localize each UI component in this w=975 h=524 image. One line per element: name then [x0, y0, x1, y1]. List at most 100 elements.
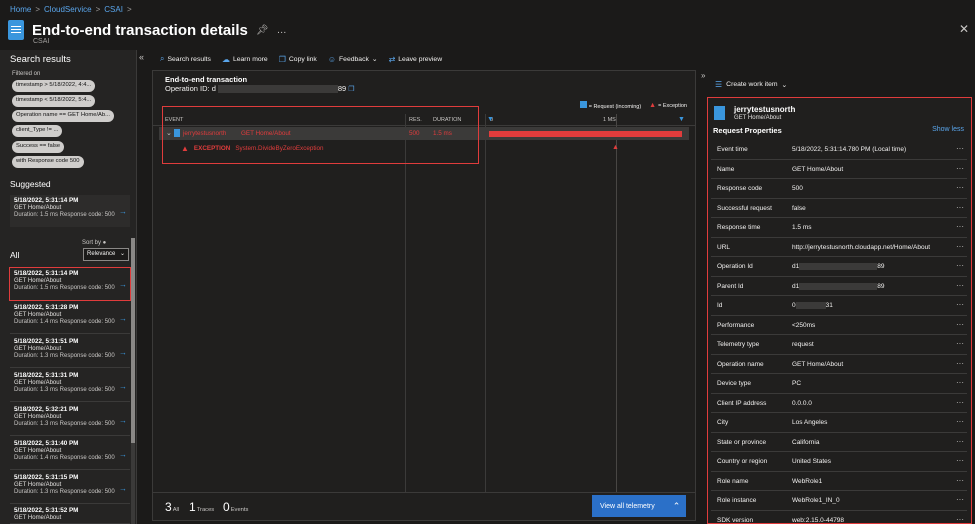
more-options-icon[interactable]: ··· — [956, 476, 964, 485]
more-options-icon[interactable]: ··· — [956, 359, 964, 368]
telemetry-footer: 3 All 1 Traces 0 Events View all telemetry ⌃ — [153, 492, 695, 520]
count-events[interactable]: 0 Events — [223, 500, 248, 514]
count-traces[interactable]: 1 Traces — [189, 500, 214, 514]
count-all-label: All — [172, 507, 180, 513]
view-all-telemetry-button[interactable]: View all telemetry ⌃ — [592, 495, 686, 517]
breadcrumb-cloudservice[interactable]: CloudService — [44, 5, 92, 14]
result-detail: Duration: 1.5 ms Response code: 500 — [14, 212, 115, 218]
more-options-icon[interactable]: ··· — [956, 398, 964, 407]
more-options-icon[interactable]: ··· — [956, 203, 964, 212]
breadcrumb-home[interactable]: Home — [10, 5, 31, 14]
more-options-icon[interactable]: ··· — [956, 222, 964, 231]
result-name: GET Home/About — [14, 515, 62, 521]
result-item-selected[interactable]: 5/18/2022, 5:31:14 PM GET Home/About Dur… — [9, 267, 131, 301]
learn-more-button[interactable]: ☁ Learn more — [222, 54, 268, 64]
result-item[interactable]: 5/18/2022, 5:31:31 PM GET Home/About Dur… — [10, 370, 130, 402]
toolbar: ⌕ Search results ☁ Learn more ❐ Copy link ☺… — [160, 54, 442, 64]
property-row: Client IP address 0.0.0.0 ··· — [711, 394, 967, 413]
search-results-button[interactable]: ⌕ Search results — [160, 54, 211, 64]
more-options-icon[interactable]: ··· — [956, 417, 964, 426]
copy-link-button[interactable]: ❐ Copy link — [279, 54, 317, 64]
more-options-icon[interactable]: ··· — [956, 242, 964, 251]
close-icon[interactable]: ✕ — [959, 22, 969, 36]
exception-marker[interactable]: ▲ — [612, 144, 619, 151]
more-options-icon[interactable]: ··· — [956, 495, 964, 504]
property-value-text: WebRole1 — [792, 477, 823, 485]
more-options-icon[interactable]: ··· — [956, 437, 964, 446]
sort-by-select[interactable]: Relevance ⌄ — [83, 248, 129, 261]
more-options-icon[interactable]: ··· — [956, 183, 964, 192]
more-options-icon[interactable]: ··· — [956, 261, 964, 270]
copy-icon[interactable]: ❐ — [348, 86, 354, 93]
property-value: 500 — [792, 185, 803, 192]
leave-preview-button[interactable]: ⇄ Leave preview — [389, 54, 443, 64]
more-options-icon[interactable]: ··· — [956, 339, 964, 348]
property-key: Role instance — [717, 497, 757, 504]
results-scrollbar[interactable] — [131, 238, 135, 524]
property-value: 0 31 — [792, 302, 833, 309]
more-options-icon[interactable]: ··· — [956, 144, 964, 153]
property-key: Id — [717, 302, 723, 309]
property-value: d1 89 — [792, 263, 884, 270]
property-key: Successful request — [717, 204, 772, 212]
arrow-right-icon: → — [119, 450, 127, 459]
filter-chip[interactable]: Operation name == GET Home/Ab... — [12, 110, 114, 122]
more-options-icon[interactable]: ··· — [956, 320, 964, 329]
more-icon[interactable]: … — [277, 25, 287, 36]
count-events-label: Events — [230, 507, 249, 513]
show-less-link[interactable]: Show less — [932, 126, 964, 133]
component-operation: GET Home/About — [734, 115, 782, 121]
pin-icon[interactable]: 📌︎ — [256, 25, 269, 36]
breadcrumb-csai[interactable]: CSAI — [104, 5, 123, 14]
request-swatch — [579, 101, 587, 108]
timeline-start-marker[interactable]: ▼ — [487, 116, 494, 123]
result-time: 5/18/2022, 5:32:21 PM — [14, 406, 79, 413]
filter-chip[interactable]: Success == false — [12, 141, 65, 153]
count-all[interactable]: 3 All — [165, 500, 179, 514]
result-item[interactable]: 5/18/2022, 5:31:51 PM GET Home/About Dur… — [10, 336, 130, 368]
result-item[interactable]: 5/18/2022, 5:31:52 PM GET Home/About — [10, 505, 130, 524]
collapse-panel-icon[interactable]: « — [139, 52, 144, 62]
property-key: Event time — [717, 146, 748, 153]
view-all-label: View all telemetry — [600, 502, 655, 510]
filter-chip[interactable]: timestamp > 5/18/2022, 4:4... — [12, 80, 96, 92]
create-work-item-button[interactable]: ☰ Create work item ⌄ — [715, 80, 787, 89]
timeline-end-marker[interactable]: ▼ — [678, 116, 685, 123]
operation-id-tail: 89 — [337, 84, 347, 93]
property-value-text: d1 — [792, 263, 800, 271]
property-row: Device type PC ··· — [711, 374, 967, 394]
arrow-right-icon: → — [119, 280, 127, 289]
property-row: Role instance WebRole1_IN_0 ··· — [711, 491, 967, 511]
property-value-text: web:2.15.0-44798 — [792, 516, 845, 524]
feedback-button[interactable]: ☺ Feedback ⌄ — [328, 54, 378, 64]
more-options-icon[interactable]: ··· — [956, 281, 964, 290]
count-events-value: 0 — [223, 500, 230, 514]
work-item-icon: ☰ — [715, 80, 723, 89]
redacted-block — [217, 85, 338, 94]
filter-chip[interactable]: with Response code 500 — [12, 156, 84, 168]
property-value-text: 0.0.0.0 — [792, 399, 812, 407]
property-value: GET Home/About — [792, 166, 843, 173]
property-row: Role name WebRole1 ··· — [711, 472, 967, 491]
all-label: All — [10, 250, 20, 260]
request-duration-bar[interactable] — [489, 131, 682, 137]
expand-panel-icon[interactable]: » — [701, 71, 705, 80]
result-item[interactable]: 5/18/2022, 5:31:40 PM GET Home/About Dur… — [10, 438, 130, 470]
more-options-icon[interactable]: ··· — [956, 300, 964, 309]
result-time: 5/18/2022, 5:31:40 PM — [14, 440, 79, 447]
property-key: Device type — [717, 380, 751, 387]
more-options-icon[interactable]: ··· — [956, 164, 964, 173]
filter-chip[interactable]: timestamp < 5/18/2022, 5:4... — [12, 95, 96, 107]
more-options-icon[interactable]: ··· — [956, 456, 964, 465]
suggested-result[interactable]: 5/18/2022, 5:31:14 PM GET Home/About Dur… — [10, 195, 130, 227]
arrow-right-icon: → — [119, 314, 127, 323]
filtered-on-label: Filtered on — [12, 71, 41, 77]
filter-chip[interactable]: client_Type != ... — [12, 125, 63, 137]
result-item[interactable]: 5/18/2022, 5:31:15 PM GET Home/About Dur… — [10, 472, 130, 504]
more-options-icon[interactable]: ··· — [956, 515, 964, 524]
result-item[interactable]: 5/18/2022, 5:31:28 PM GET Home/About Dur… — [10, 302, 130, 334]
property-value: WebRole1_IN_0 — [792, 497, 840, 504]
arrow-right-icon: → — [119, 484, 127, 493]
result-item[interactable]: 5/18/2022, 5:32:21 PM GET Home/About Dur… — [10, 404, 130, 436]
more-options-icon[interactable]: ··· — [956, 378, 964, 387]
